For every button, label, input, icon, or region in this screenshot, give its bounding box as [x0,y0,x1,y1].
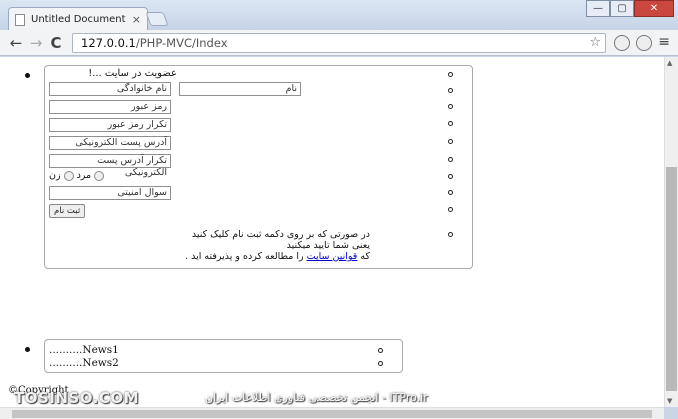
terms-suffix: را مطالعه کرده و پذیرفته اید . [185,251,304,262]
sublist-bullet [448,232,453,237]
terms-line-1: در صورتی که بر روی دکمه ثبت نام کلیک کنی… [191,229,370,251]
extension-globe-icon[interactable] [614,35,630,51]
gender-radio-group: مرد زن [49,170,105,181]
back-button[interactable]: ← [6,33,26,53]
form-title: عضویت در سایت ...! [88,68,177,79]
sublist-bullet [448,72,453,77]
terms-text: در صورتی که بر روی دکمه ثبت نام کلیک کنی… [185,229,370,262]
register-button[interactable]: ثبت نام [49,204,86,218]
browser-titlebar: Untitled Document × — ▢ ✕ [0,0,678,31]
tab-title: Untitled Document [31,14,126,25]
url-host: 127.0.0.1 [81,36,136,50]
list-bullet [25,347,30,352]
male-label: مرد [76,170,92,181]
scroll-up-arrow-icon[interactable]: ▲ [667,59,672,67]
password-field[interactable]: رمز عبور [49,100,171,114]
tab-close-icon[interactable]: × [132,13,141,26]
last-name-field[interactable]: نام خانوادگی [49,82,171,96]
registration-panel: عضویت در سایت ...! نام نام خانوادگی رمز … [44,65,473,269]
extension-settings-icon[interactable] [636,35,652,51]
sublist-bullet [448,207,453,212]
horizontal-scroll-thumb[interactable] [12,410,652,418]
page-icon [15,13,25,26]
news-sublist-bullet [378,361,383,366]
password-repeat-field[interactable]: تکرار رمز عبور [49,118,171,132]
browser-menu-icon[interactable]: ≡ [658,34,670,50]
new-tab-button[interactable] [145,12,169,26]
email-field[interactable]: آدرس پست الکترونیکی [49,136,171,150]
sublist-bullet [448,190,453,195]
close-window-button[interactable]: ✕ [634,0,674,17]
bookmark-star-icon[interactable]: ☆ [589,34,601,52]
browser-toolbar: ← → C 127.0.0.1/PHP-MVC/Index ☆ ≡ [0,30,678,56]
email-repeat-field[interactable]: تکرار آدرس پست الکترونیکی [49,154,171,178]
site-rules-link[interactable]: قوانین سایت [307,251,358,262]
sublist-bullet [448,88,453,93]
terms-prefix: که [360,251,370,262]
news-sublist-bullet [378,348,383,353]
horizontal-scrollbar[interactable] [0,407,664,419]
browser-tab[interactable]: Untitled Document × [8,7,148,31]
list-bullet [25,73,30,78]
news-item-1[interactable]: ..........News1 [49,344,119,356]
watermark-caption: ITPro.ir - انجمن تخصصی فناوری اطلاعات ای… [205,391,428,404]
window-controls: — ▢ ✕ [586,0,674,17]
vertical-scroll-thumb[interactable] [666,167,677,391]
minimize-button[interactable]: — [586,0,610,17]
sublist-bullet [448,104,453,109]
sublist-bullet [448,139,453,144]
terms-line-2: که قوانین سایت را مطالعه کرده و پذیرفته … [185,251,370,262]
reload-button[interactable]: C [46,33,66,53]
sublist-bullet [448,157,453,162]
vertical-scrollbar[interactable]: ▲ ▼ [664,57,678,407]
female-label: زن [49,170,61,181]
maximize-button[interactable]: ▢ [610,0,634,17]
scroll-down-arrow-icon[interactable]: ▼ [667,397,672,405]
sublist-bullet [448,121,453,126]
address-bar[interactable]: 127.0.0.1/PHP-MVC/Index ☆ [72,33,606,53]
female-radio[interactable] [63,170,74,181]
news-panel: ..........News1 ..........News2 [44,339,403,373]
watermark-logo-text: TOSINSO.COM [14,389,140,407]
forward-button[interactable]: → [26,33,46,53]
page-viewport: عضویت در سایت ...! نام نام خانوادگی رمز … [0,57,664,407]
news-item-2[interactable]: ..........News2 [49,357,119,369]
url-path: /PHP-MVC/Index [135,36,228,50]
sublist-bullet [448,174,453,179]
security-question-field[interactable]: سوال امنیتی [49,186,171,200]
male-radio[interactable] [94,170,105,181]
first-name-field[interactable]: نام [179,82,301,96]
